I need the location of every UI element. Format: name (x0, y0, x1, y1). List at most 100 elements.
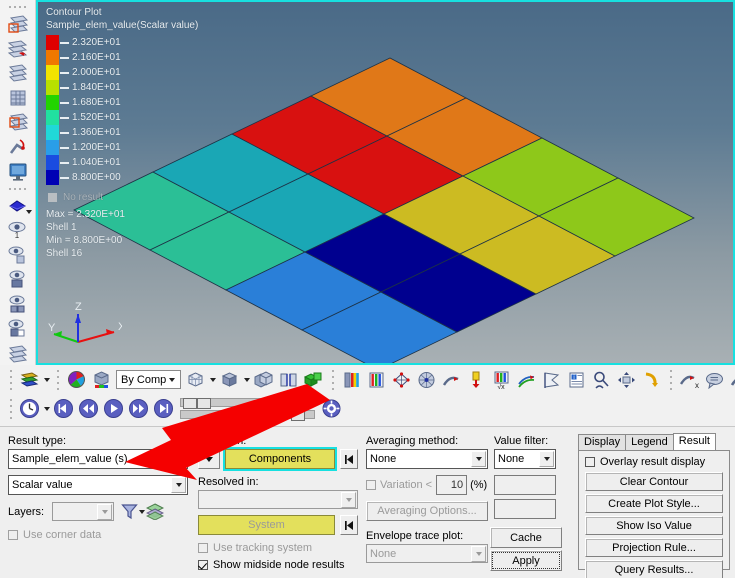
section-cut-icon[interactable] (276, 367, 301, 392)
green-blocks-icon[interactable] (301, 367, 326, 392)
load-arrow-icon[interactable] (464, 367, 489, 392)
value-filter-combo[interactable]: None (494, 449, 556, 469)
contour-plot-icon[interactable] (17, 367, 42, 392)
visibility-group-icon[interactable] (3, 267, 33, 292)
components-button[interactable]: Components (225, 449, 335, 469)
toolbar-grip-h3[interactable] (329, 369, 336, 390)
overlay-result-checkbox[interactable] (585, 457, 595, 467)
chevron-down-icon[interactable] (171, 451, 186, 467)
clock-caret[interactable] (42, 396, 51, 421)
mesh-cube-icon[interactable] (183, 367, 208, 392)
tab-legend[interactable]: Legend (625, 434, 674, 450)
toolbar-grip[interactable] (8, 4, 27, 11)
result-type-combo[interactable]: Sample_elem_value (s) (8, 449, 188, 469)
vector-plot-icon[interactable] (3, 134, 33, 159)
play-icon[interactable] (101, 396, 126, 421)
first-frame-icon[interactable] (51, 396, 76, 421)
tab-result[interactable]: Result (672, 433, 716, 450)
slider-handle-c[interactable] (291, 410, 305, 421)
slider-handle-a[interactable] (183, 398, 197, 409)
chevron-down-icon[interactable] (539, 451, 554, 467)
create-plot-icon[interactable] (3, 12, 33, 37)
layers-stack-icon[interactable] (146, 503, 164, 520)
chevron-down-icon[interactable] (25, 209, 32, 214)
chevron-down-icon[interactable] (471, 451, 486, 467)
animation-slider-top[interactable] (180, 398, 315, 421)
value-filter-box1[interactable] (494, 475, 556, 495)
variation-input[interactable]: 10 (436, 475, 468, 495)
envelope-combo[interactable]: None (366, 544, 488, 563)
flag-icon[interactable] (539, 367, 564, 392)
clock-icon[interactable] (17, 396, 42, 421)
chevron-down-icon[interactable] (341, 492, 356, 508)
chevron-down-icon[interactable] (171, 477, 186, 493)
mesh-ball-icon[interactable] (414, 367, 439, 392)
plot-table-icon[interactable] (3, 85, 33, 110)
averaging-options-button[interactable]: Averaging Options... (366, 501, 488, 521)
cube-legend-icon[interactable] (89, 367, 114, 392)
expand-arrows-icon[interactable] (614, 367, 639, 392)
bend-arrow-icon[interactable] (639, 367, 664, 392)
variation-checkbox[interactable] (366, 480, 376, 490)
display-monitor-icon[interactable] (3, 159, 33, 184)
plot-list-icon[interactable] (3, 61, 33, 86)
solid-cube-icon[interactable] (217, 367, 242, 392)
show-midside-row[interactable]: Show midside node results (198, 559, 358, 571)
last-frame-icon[interactable] (151, 396, 176, 421)
contour-dropdown-caret[interactable] (42, 367, 51, 392)
create-plot-style-button[interactable]: Create Plot Style... (585, 494, 723, 513)
trace-arrows-icon[interactable] (514, 367, 539, 392)
graphics-viewport[interactable]: Contour Plot Sample_elem_value(Scalar va… (36, 0, 735, 365)
visibility-multi-icon[interactable] (3, 291, 33, 316)
slider-handle-b[interactable] (197, 398, 211, 409)
deform-arrow-icon[interactable] (439, 367, 464, 392)
legend-columns-icon[interactable] (364, 367, 389, 392)
toolbar-grip-2[interactable] (8, 185, 27, 192)
rewind-icon[interactable] (76, 396, 101, 421)
color-wheel-icon[interactable] (64, 367, 89, 392)
fast-forward-icon[interactable] (126, 396, 151, 421)
system-step-button[interactable] (340, 515, 358, 535)
resolved-in-combo[interactable] (198, 490, 358, 509)
layers-combo[interactable] (52, 502, 114, 521)
query-magnifier-icon[interactable] (589, 367, 614, 392)
visibility-1-icon[interactable]: 1 (3, 218, 33, 243)
use-corner-data-row[interactable]: Use corner data (8, 529, 188, 541)
apply-plot-icon[interactable] (3, 36, 33, 61)
curve-arrow-icon[interactable] (727, 367, 735, 392)
overlay-result-row[interactable]: Overlay result display (585, 456, 723, 468)
show-midside-checkbox[interactable] (198, 560, 208, 570)
system-button[interactable]: System (198, 515, 335, 535)
apply-button[interactable]: Apply (490, 550, 562, 571)
averaging-combo[interactable]: None (366, 449, 488, 469)
value-filter-box2[interactable] (494, 499, 556, 519)
toolbar-grip-h4[interactable] (667, 369, 674, 390)
settings-gear-icon[interactable] (319, 396, 344, 421)
toolbar-grip-h2[interactable] (54, 369, 61, 390)
toolbar-grip-h1[interactable] (7, 369, 14, 390)
clear-contour-button[interactable]: Clear Contour (585, 472, 723, 491)
funnel-filter-icon[interactable] (121, 503, 138, 520)
by-comp-dropdown[interactable]: By Comp (116, 370, 182, 389)
use-tracking-row[interactable]: Use tracking system (198, 542, 358, 554)
comment-icon[interactable] (702, 367, 727, 392)
cache-button[interactable]: Cache (490, 527, 562, 548)
filter-caret[interactable] (138, 503, 146, 520)
result-subtype-combo[interactable]: Scalar value (8, 475, 188, 495)
node-cross-icon[interactable] (389, 367, 414, 392)
chevron-down-icon[interactable] (471, 546, 486, 562)
use-tracking-checkbox[interactable] (198, 543, 208, 553)
legend-bar-icon[interactable] (339, 367, 364, 392)
solid-cube-caret[interactable] (242, 367, 251, 392)
stack-cube-icon[interactable] (251, 367, 276, 392)
selection-dropdown-button[interactable] (198, 449, 220, 469)
visibility-page-icon[interactable] (3, 316, 33, 341)
info-table-icon[interactable]: i (564, 367, 589, 392)
use-corner-data-checkbox[interactable] (8, 530, 18, 540)
edit-plot-icon[interactable] (3, 110, 33, 135)
iso-surface-icon[interactable] (3, 193, 33, 218)
chevron-down-icon[interactable] (166, 374, 178, 386)
value-axis-icon[interactable]: √x (489, 367, 514, 392)
deform-x-icon[interactable]: x (677, 367, 702, 392)
projection-rule-button[interactable]: Projection Rule... (585, 538, 723, 557)
